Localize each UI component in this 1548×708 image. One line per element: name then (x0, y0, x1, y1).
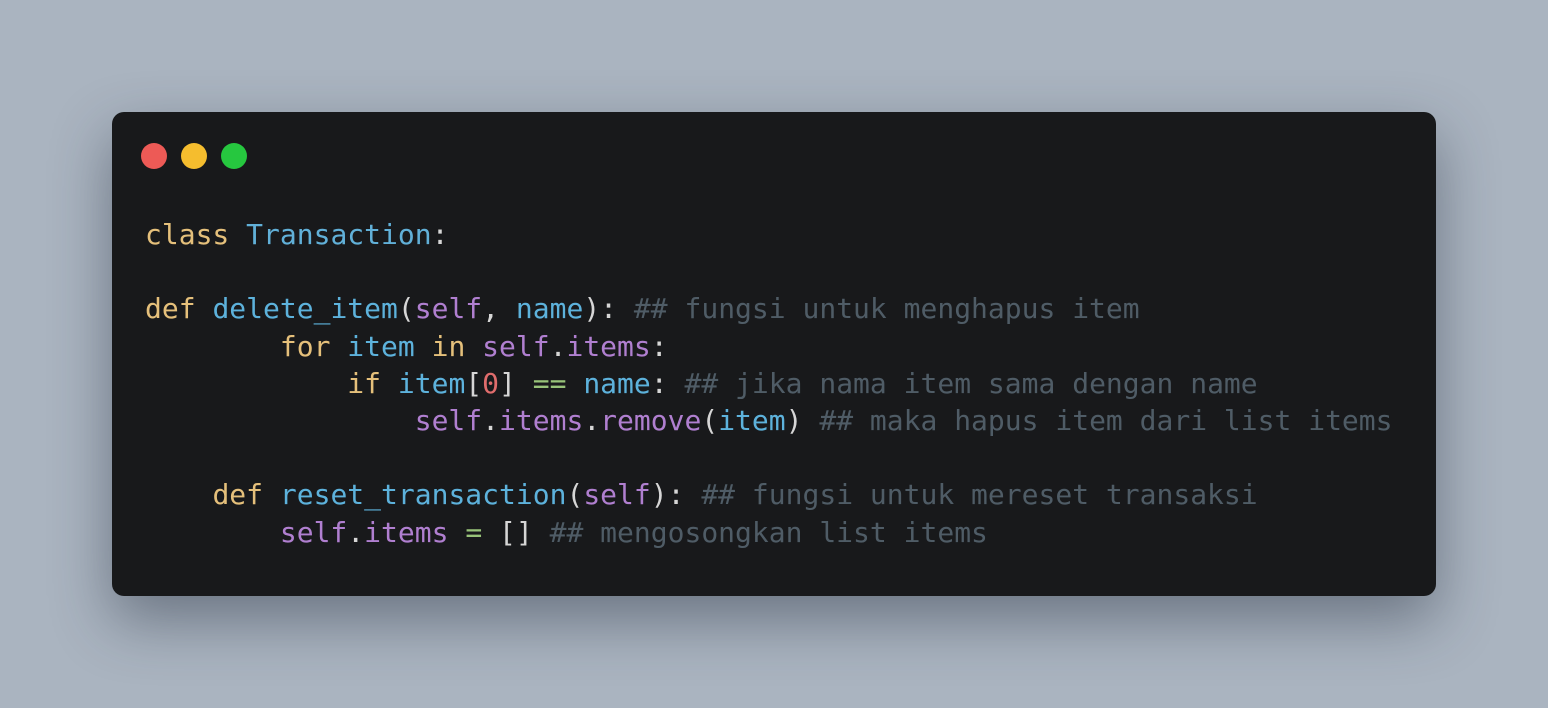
code-token: . (549, 329, 567, 363)
code-token: name (515, 292, 584, 326)
code-token: . (482, 403, 500, 437)
code-token: in (431, 329, 466, 363)
code-token: item (397, 366, 466, 400)
code-token: ) (785, 403, 820, 437)
code-token: : (431, 218, 449, 251)
code-token: remove (600, 403, 702, 437)
code-token: class (145, 218, 230, 251)
code-token: def (212, 478, 264, 512)
code-comment: ## maka hapus item dari list items (819, 403, 1393, 437)
code-token: ): (650, 478, 702, 512)
minimize-button[interactable] (181, 143, 207, 169)
code-line: for item in self.items: (145, 328, 1393, 365)
code-token: , (482, 292, 516, 326)
code-token: ] (499, 366, 533, 400)
code-token: : (650, 366, 685, 400)
code-line: self.items = [] ## mengosongkan list ite… (145, 514, 1393, 551)
code-token: name (583, 366, 651, 400)
code-token: Transaction (246, 218, 432, 251)
code-token: ( (701, 403, 719, 437)
close-button[interactable] (141, 143, 167, 169)
code-token: items (364, 515, 449, 549)
code-token: [ (465, 366, 483, 400)
code-token: self (583, 478, 651, 512)
code-token: def (145, 292, 196, 326)
code-token: reset_transaction (279, 478, 567, 512)
code-token: item (347, 329, 415, 363)
code-token: ( (566, 478, 584, 512)
code-comment: ## jika nama item sama dengan name (684, 366, 1258, 400)
code-line: self.items.remove(item) ## maka hapus it… (145, 402, 1393, 439)
code-token: delete_item (212, 292, 398, 326)
code-token: : (650, 329, 668, 363)
code-token: if (347, 366, 382, 400)
code-block: class Transaction: def delete_item(self, … (145, 216, 1393, 551)
window-controls (141, 143, 247, 169)
code-comment: ## mengosongkan list items (549, 515, 988, 549)
code-token: = (465, 515, 483, 549)
code-comment: ## fungsi untuk mereset transaksi (701, 478, 1258, 512)
code-token: == (532, 366, 567, 400)
code-token: [] (499, 515, 533, 549)
code-token: item (718, 403, 786, 437)
code-token: for (279, 329, 331, 363)
code-token: . (347, 515, 365, 549)
code-token: . (583, 403, 601, 437)
code-token: items (499, 403, 584, 437)
code-token: self (414, 292, 483, 326)
code-token: self (414, 403, 483, 437)
code-token: ): (583, 292, 634, 326)
code-line: def reset_transaction(self): ## fungsi u… (145, 476, 1393, 513)
code-token: self (279, 515, 348, 549)
code-token: ( (397, 292, 415, 326)
code-line: class Transaction: (145, 216, 1393, 253)
code-comment: ## fungsi untuk menghapus item (633, 292, 1140, 326)
code-window: class Transaction: def delete_item(self, … (112, 112, 1436, 596)
maximize-button[interactable] (221, 143, 247, 169)
code-token: self (482, 329, 550, 363)
code-line: if item[0] == name: ## jika nama item sa… (145, 365, 1393, 402)
code-token: items (566, 329, 651, 363)
code-token: 0 (482, 366, 500, 400)
code-line: def delete_item(self, name): ## fungsi u… (145, 290, 1393, 327)
